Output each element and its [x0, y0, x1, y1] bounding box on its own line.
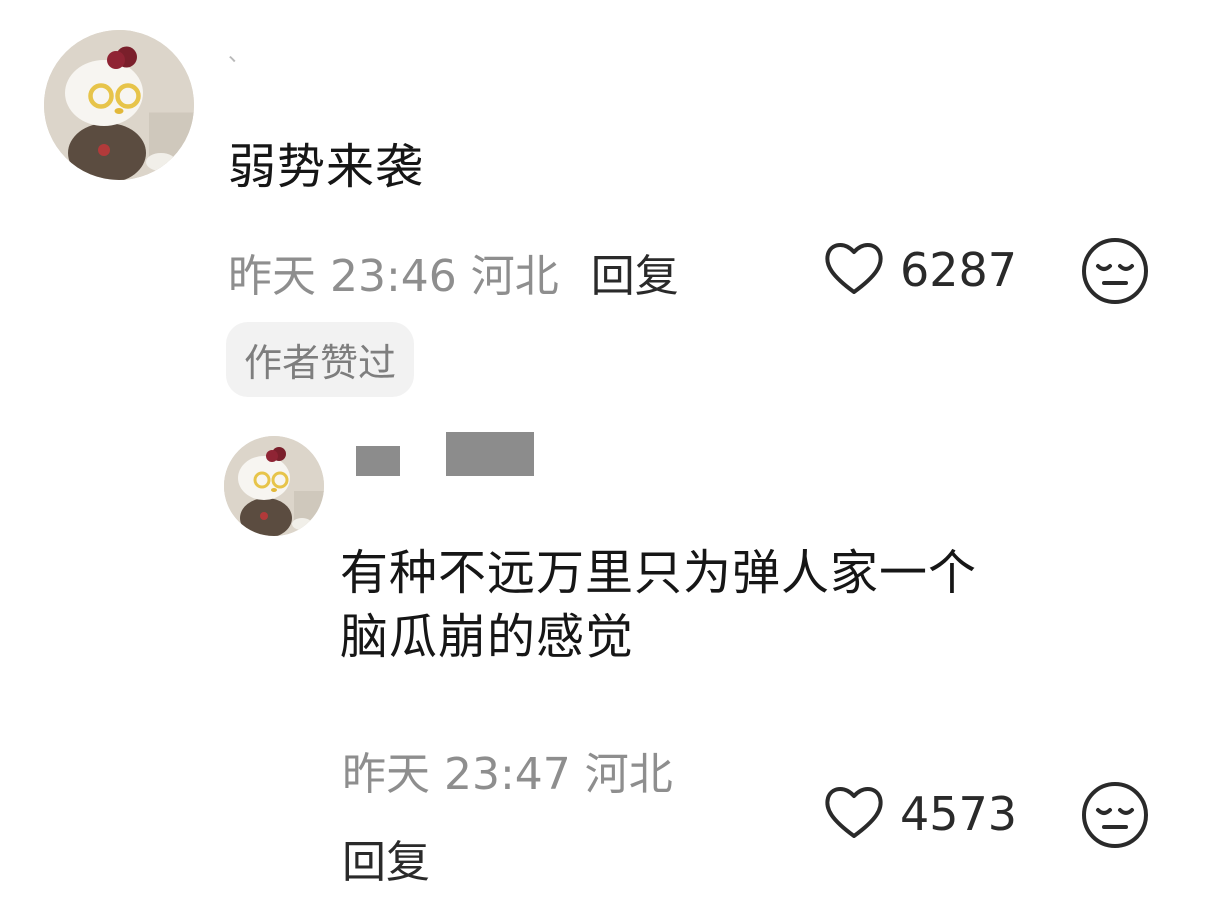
redacted-username-block	[356, 446, 400, 476]
comment-time: 昨天 23:46	[228, 251, 457, 302]
hello-kitty-avatar-image	[224, 436, 324, 536]
hello-kitty-avatar-image	[44, 30, 194, 180]
comment-location: 河北	[470, 251, 559, 302]
like-button[interactable]: 6287	[822, 238, 1017, 302]
dislike-emoji-icon[interactable]	[1080, 236, 1150, 310]
like-button[interactable]: 4573	[822, 782, 1017, 846]
comment-text-line: 脑瓜崩的感觉	[340, 609, 635, 665]
avatar[interactable]	[44, 30, 194, 180]
like-count: 6287	[900, 243, 1018, 297]
username[interactable]: 、	[228, 36, 250, 68]
comment-meta: 昨天 23:47 河北	[342, 738, 673, 802]
redacted-username-block	[446, 432, 534, 476]
comment-location: 河北	[584, 749, 673, 800]
comment-meta: 昨天 23:46 河北 回复	[228, 240, 679, 304]
comment-text-line: 有种不远万里只为弹人家一个	[340, 545, 978, 601]
dislike-emoji-icon[interactable]	[1080, 780, 1150, 854]
comment-text: 有种不远万里只为弹人家一个 脑瓜崩的感觉	[340, 542, 977, 668]
comment-time: 昨天 23:47	[342, 749, 571, 800]
reply-button[interactable]: 回复	[342, 826, 430, 890]
reply-button[interactable]: 回复	[591, 240, 679, 304]
avatar[interactable]	[224, 436, 324, 536]
like-count: 4573	[900, 787, 1018, 841]
author-liked-badge: 作者赞过	[226, 322, 415, 397]
heart-icon	[822, 782, 886, 846]
comment-text: 弱势来袭	[228, 139, 425, 195]
heart-icon	[822, 238, 886, 302]
